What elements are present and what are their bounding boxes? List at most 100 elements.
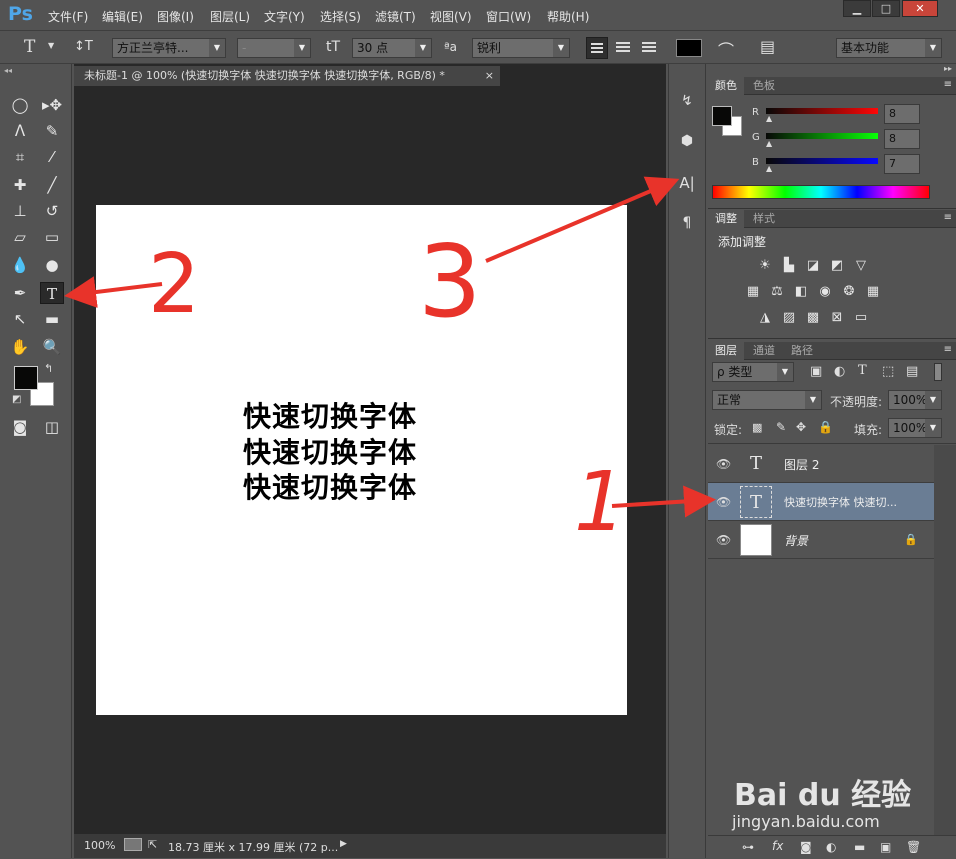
align-center-button[interactable] [612, 37, 634, 59]
minimize-button[interactable]: ▁ [843, 0, 871, 17]
tab-color[interactable]: 颜色 [708, 77, 744, 95]
tab-adjustments[interactable]: 调整 [708, 210, 744, 228]
lock-all-icon[interactable]: 🔒 [818, 420, 833, 434]
eye-icon[interactable]: 👁 [716, 457, 731, 471]
foreground-color-swatch[interactable] [712, 106, 732, 126]
zoom-level[interactable]: 100% [84, 839, 115, 852]
new-layer-icon[interactable]: ▣ [880, 840, 891, 854]
quick-mask-icon[interactable]: ◙ [8, 416, 32, 438]
black-white-icon[interactable]: ◧ [792, 283, 810, 301]
lock-transparent-icon[interactable]: ▩ [752, 421, 762, 434]
green-value-input[interactable]: 8 [884, 129, 920, 149]
menu-edit[interactable]: 编辑(E) [102, 8, 143, 25]
properties-panel-icon[interactable]: ⬢ [674, 128, 700, 154]
fill-input[interactable]: 100% ▼ [888, 418, 942, 438]
selective-color-icon[interactable]: ⊠ [828, 309, 846, 327]
close-tab-icon[interactable]: × [485, 66, 494, 86]
vibrance-icon[interactable]: ▽ [852, 257, 870, 275]
maximize-button[interactable]: □ [872, 0, 900, 17]
layer-filter-select[interactable]: ρ 类型 ▼ [712, 362, 794, 382]
link-layers-icon[interactable]: ⊶ [742, 840, 754, 854]
channel-mixer-icon[interactable]: ❂ [840, 283, 858, 301]
shape-filter-icon[interactable]: ⬚ [882, 364, 894, 379]
warp-text-icon[interactable]: ⌒ [718, 37, 734, 61]
new-adjustment-icon[interactable]: ◐ [826, 840, 836, 854]
layer-name[interactable]: 图层 2 [784, 456, 819, 473]
text-color-swatch[interactable] [676, 39, 702, 57]
document-tab[interactable]: 未标题-1 @ 100% (快速切换字体 快速切换字体 快速切换字体, RGB/… [74, 66, 500, 86]
menu-image[interactable]: 图像(I) [157, 8, 194, 25]
red-slider[interactable] [766, 108, 878, 114]
font-style-select[interactable]: - ▼ [237, 38, 311, 58]
panel-menu-icon[interactable]: ≡ [944, 344, 952, 355]
layer-name[interactable]: 快速切换字体 快速切... [784, 494, 897, 510]
close-button[interactable]: ✕ [902, 0, 938, 17]
brush-tool-icon[interactable]: ╱ [40, 174, 64, 196]
clone-stamp-icon[interactable]: ⊥ [8, 200, 32, 222]
lock-position-icon[interactable]: ✥ [796, 420, 806, 434]
posterize-icon[interactable]: ▨ [780, 309, 798, 327]
slider-handle-icon[interactable]: ▲ [766, 164, 772, 173]
blend-mode-select[interactable]: 正常 ▼ [712, 390, 822, 410]
hand-tool-icon[interactable]: ✋ [8, 336, 32, 358]
menu-select[interactable]: 选择(S) [320, 8, 361, 25]
layers-scrollbar[interactable] [934, 445, 956, 835]
eye-icon[interactable]: 👁 [716, 495, 731, 509]
blue-value-input[interactable]: 7 [884, 154, 920, 174]
hue-saturation-icon[interactable]: ▦ [744, 283, 762, 301]
character-panel-icon[interactable]: A| [674, 170, 700, 196]
lasso-tool-icon[interactable]: ᐱ [8, 120, 32, 142]
type-tool-preset-icon[interactable]: T [24, 37, 35, 57]
eye-icon[interactable]: 👁 [716, 533, 731, 547]
gradient-tool-icon[interactable]: ▭ [40, 226, 64, 248]
curves-icon[interactable]: ◪ [804, 257, 822, 275]
menu-filter[interactable]: 滤镜(T) [375, 8, 416, 25]
invert-icon[interactable]: ◮ [756, 309, 774, 327]
font-family-select[interactable]: 方正兰亭特... ▼ [112, 38, 226, 58]
healing-brush-icon[interactable]: ✚ [8, 174, 32, 196]
smart-object-filter-icon[interactable]: ▤ [906, 364, 918, 379]
color-spectrum[interactable] [712, 185, 930, 199]
history-panel-icon[interactable]: ↯ [674, 88, 700, 114]
fx-icon[interactable]: fx [772, 839, 783, 853]
character-panel-icon[interactable]: ▤ [760, 37, 775, 56]
lock-pixels-icon[interactable]: ✎ [776, 420, 786, 434]
ellipse-marquee-icon[interactable]: ◯ [8, 94, 32, 116]
tab-layers[interactable]: 图层 [708, 342, 744, 360]
paragraph-panel-icon[interactable]: ¶ [674, 210, 700, 236]
layer-name[interactable]: 背景 [784, 532, 808, 549]
color-balance-icon[interactable]: ⚖ [768, 283, 786, 301]
delete-layer-icon[interactable]: 🗑 [906, 840, 921, 854]
color-lookup-icon[interactable]: ▦ [864, 283, 882, 301]
path-select-icon[interactable]: ↖ [8, 308, 32, 330]
type-tool-icon[interactable]: T [40, 282, 64, 304]
levels-icon[interactable]: ▙ [780, 257, 798, 275]
workspace-select[interactable]: 基本功能 ▼ [836, 38, 942, 58]
layer-row[interactable]: 👁 背景 🔒 [708, 521, 934, 559]
collapse-icon[interactable]: ◂◂ [4, 66, 12, 75]
brightness-icon[interactable]: ☀ [756, 257, 774, 275]
blue-slider[interactable] [766, 158, 878, 164]
red-value-input[interactable]: 8 [884, 104, 920, 124]
menu-view[interactable]: 视图(V) [430, 8, 472, 25]
status-menu-icon[interactable]: ▶ [340, 839, 347, 849]
rectangle-tool-icon[interactable]: ▬ [40, 308, 64, 330]
screen-mode-icon[interactable]: ◫ [40, 416, 64, 438]
tab-swatches[interactable]: 色板 [746, 77, 782, 95]
panel-collapse-icon[interactable]: ▸▸ [708, 64, 956, 76]
foreground-color-swatch[interactable] [14, 366, 38, 390]
type-filter-icon[interactable]: T [858, 363, 867, 378]
history-brush-icon[interactable]: ↺ [40, 200, 64, 222]
pen-tool-icon[interactable]: ✒ [8, 282, 32, 304]
dodge-tool-icon[interactable]: ● [40, 254, 64, 276]
canvas-text-line[interactable]: 快速切换字体 [243, 471, 417, 505]
eyedropper-icon[interactable]: ⁄ [40, 146, 64, 168]
gradient-map-icon[interactable]: ▭ [852, 309, 870, 327]
canvas-text-line[interactable]: 快速切换字体 [243, 436, 417, 470]
canvas-text-line[interactable]: 快速切换字体 [243, 400, 417, 434]
new-group-icon[interactable]: ▬ [854, 840, 865, 854]
menu-window[interactable]: 窗口(W) [486, 8, 531, 25]
slider-handle-icon[interactable]: ▲ [766, 139, 772, 148]
eraser-tool-icon[interactable]: ▱ [8, 226, 32, 248]
menu-type[interactable]: 文字(Y) [264, 8, 305, 25]
